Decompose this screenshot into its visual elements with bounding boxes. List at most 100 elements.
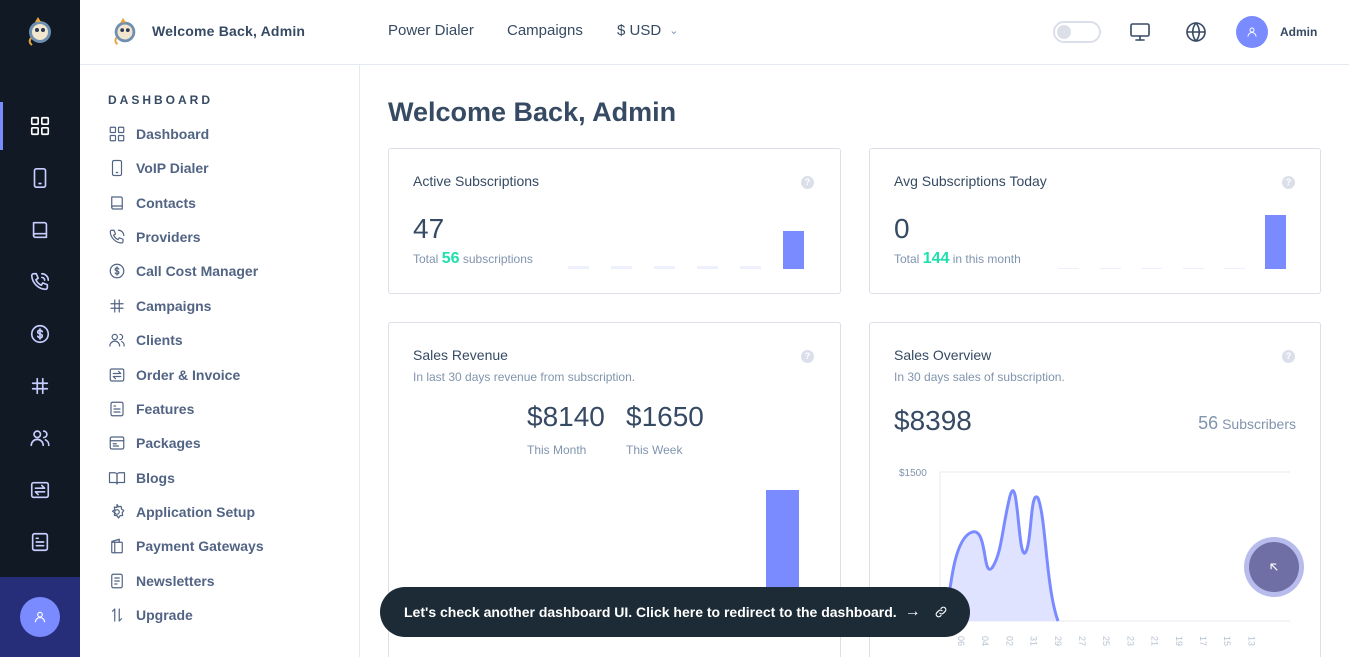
floating-action-button[interactable]: [1244, 537, 1304, 597]
subscribers-label: Subscribers: [1222, 416, 1296, 432]
header-logo-icon[interactable]: [110, 15, 140, 47]
currency-select[interactable]: $ USD ⌄: [617, 22, 678, 39]
mini-bar: [568, 266, 589, 269]
help-icon[interactable]: ?: [1282, 350, 1295, 363]
card-title: Sales Revenue: [413, 347, 508, 363]
x-tick-label: 06: [956, 636, 966, 646]
sidebar-item-dashboard[interactable]: Dashboard: [108, 122, 209, 146]
chevron-down-icon: ⌄: [669, 25, 679, 37]
y-tick-label: $1500: [899, 468, 927, 479]
sidebar-heading: DASHBOARD: [108, 93, 213, 107]
card-subtitle: In 30 days sales of subscription.: [894, 370, 1065, 384]
globe-icon[interactable]: [1184, 20, 1208, 44]
sidebar-item-contacts[interactable]: Contacts: [108, 191, 196, 215]
link-icon[interactable]: [926, 597, 956, 627]
active-subscriptions-value: 47: [413, 213, 445, 244]
users-icon: [109, 333, 125, 347]
mini-bar: [1100, 268, 1121, 269]
rail-user-area[interactable]: [0, 577, 80, 657]
x-tick-label: 23: [1125, 636, 1135, 646]
brand-logo-icon[interactable]: [24, 14, 56, 48]
nav-power-dialer[interactable]: Power Dialer: [388, 22, 474, 39]
rail-contacts[interactable]: [0, 206, 80, 254]
grid-icon: [109, 126, 125, 142]
mini-bar: [1058, 268, 1079, 269]
rail-providers[interactable]: [0, 258, 80, 306]
card-subtitle: In last 30 days revenue from subscriptio…: [413, 370, 636, 384]
sidebar-item-clients[interactable]: Clients: [108, 328, 183, 352]
rail-features[interactable]: [0, 518, 80, 566]
toast-text[interactable]: Let's check another dashboard UI. Click …: [404, 604, 897, 620]
user-icon: [1247, 27, 1257, 37]
sidebar-item-call-cost-manager[interactable]: Call Cost Manager: [108, 259, 258, 283]
sidebar-item-features[interactable]: Features: [108, 397, 194, 421]
help-icon[interactable]: ?: [1282, 176, 1295, 189]
card-title: Active Subscriptions: [413, 173, 540, 189]
rail-dashboard[interactable]: [0, 102, 80, 150]
page-title: Welcome Back, Admin: [388, 97, 677, 127]
sales-overview-value: $8398: [894, 405, 972, 436]
sidebar-item-label: Providers: [136, 229, 201, 245]
sidebar-item-label: Clients: [136, 332, 183, 348]
sidebar-item-label: Application Setup: [136, 504, 255, 520]
sidebar-item-packages[interactable]: Packages: [108, 431, 201, 455]
x-tick-label: 15: [1222, 636, 1232, 646]
week-revenue-value: $1650: [626, 401, 704, 432]
x-tick-label: 19: [1174, 636, 1184, 646]
theme-toggle[interactable]: [1053, 21, 1101, 43]
mini-bar: [740, 266, 761, 269]
mobile-icon: [111, 159, 123, 177]
x-tick-label: 25: [1101, 636, 1111, 646]
mini-bar: [1224, 268, 1245, 269]
mobile-icon: [33, 168, 47, 188]
arrow-right-icon: →: [904, 603, 921, 620]
sidebar-item-label: Campaigns: [136, 298, 212, 314]
sidebar-item-voip-dialer[interactable]: VoIP Dialer: [108, 156, 209, 180]
help-icon[interactable]: ?: [801, 350, 814, 363]
rail-voip-dialer[interactable]: [0, 154, 80, 202]
x-tick-label: 29: [1053, 636, 1063, 646]
sidebar-item-payment-gateways[interactable]: Payment Gateways: [108, 534, 264, 558]
phone-icon: [30, 272, 50, 291]
rail-orders[interactable]: [0, 466, 80, 514]
mini-bar: [1141, 268, 1162, 269]
card-title: Sales Overview: [894, 347, 992, 363]
header-title: Welcome Back, Admin: [152, 23, 306, 39]
mini-bar: [611, 266, 632, 269]
mini-bar: [783, 231, 804, 269]
gear-icon: [111, 503, 125, 519]
icon-rail: [0, 0, 80, 657]
sidebar-item-application-setup[interactable]: Application Setup: [108, 500, 255, 524]
sidebar-item-label: Contacts: [136, 195, 196, 211]
sidebar-item-providers[interactable]: Providers: [108, 225, 201, 249]
rail-call-cost[interactable]: [0, 310, 80, 358]
sidebar-item-label: Newsletters: [136, 573, 215, 589]
sidebar: DASHBOARD Dashboard VoIP Dialer Contacts…: [80, 65, 360, 657]
total-prefix: Total: [894, 252, 920, 266]
sidebar-item-newsletters[interactable]: Newsletters: [108, 569, 215, 593]
newsletter-icon: [111, 573, 123, 589]
fab-inner: [1249, 542, 1299, 592]
sidebar-item-upgrade[interactable]: Upgrade: [108, 603, 193, 627]
avatar[interactable]: [20, 597, 60, 637]
nav-campaigns[interactable]: Campaigns: [507, 22, 583, 39]
monitor-icon[interactable]: [1128, 20, 1152, 44]
sidebar-item-label: Packages: [136, 435, 201, 451]
sidebar-item-blogs[interactable]: Blogs: [108, 466, 175, 490]
sidebar-item-order-invoice[interactable]: Order & Invoice: [108, 363, 240, 387]
help-icon[interactable]: ?: [801, 176, 814, 189]
x-tick-label: 13: [1246, 636, 1256, 646]
header-avatar[interactable]: [1236, 16, 1268, 48]
header-user-name[interactable]: Admin: [1280, 25, 1317, 39]
avg-subscriptions-value: 0: [894, 213, 910, 244]
sidebar-item-campaigns[interactable]: Campaigns: [108, 294, 211, 318]
dollar-icon: [30, 324, 50, 344]
list-icon: [110, 401, 124, 417]
rail-campaigns[interactable]: [0, 362, 80, 410]
card-title: Avg Subscriptions Today: [894, 173, 1047, 189]
mini-bar: [654, 266, 675, 269]
rail-clients[interactable]: [0, 414, 80, 462]
sidebar-item-label: Order & Invoice: [136, 367, 241, 383]
redirect-toast[interactable]: Let's check another dashboard UI. Click …: [380, 587, 970, 637]
sidebar-item-label: Payment Gateways: [136, 538, 264, 554]
